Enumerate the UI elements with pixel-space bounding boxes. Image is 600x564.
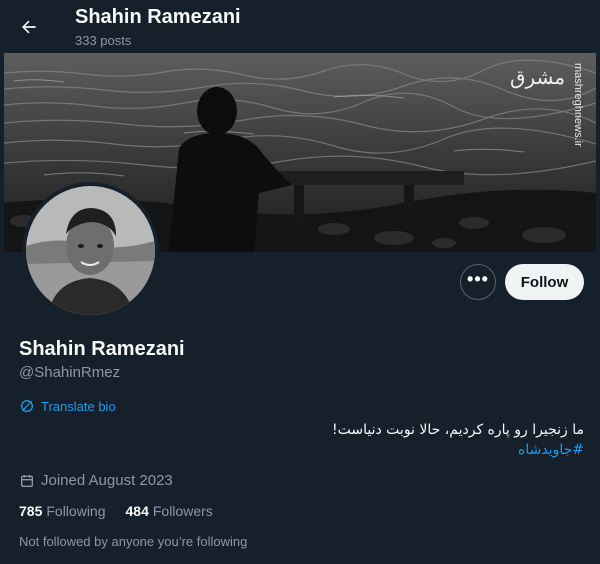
header-name: Shahin Ramezani [75,6,241,28]
more-options-button[interactable]: ••• [460,264,496,300]
globe-icon [21,400,33,412]
watermark-logo: مشرق [510,65,566,89]
follow-stats: 785 Following 484 Followers [19,503,213,519]
bio-text: ما زنجیرا رو پاره کردیم، حالا نوبت دنیاس… [332,422,584,438]
joined-label: Joined August 2023 [41,472,173,489]
not-followed-note: Not followed by anyone you’re following [19,534,248,549]
joined-date: Joined August 2023 [19,472,173,489]
following-link[interactable]: 785 Following [19,503,106,519]
following-label: Following [46,503,106,519]
follow-button[interactable]: Follow [505,264,584,300]
profile-handle: @ShahinRmez [19,364,121,381]
bio: ما زنجیرا رو پاره کردیم، حالا نوبت دنیاس… [332,420,584,460]
arrow-left-icon [22,20,36,34]
back-button[interactable] [12,10,46,44]
followers-label: Followers [152,503,213,519]
top-bar: Shahin Ramezani 333 posts [0,0,600,53]
followers-count: 484 [125,503,149,519]
translate-bio-link[interactable]: Translate bio [19,398,116,414]
calendar-icon [21,474,33,487]
watermark: مشرق mashreghnews.ir [510,63,590,173]
bio-hashtag-link[interactable]: #جاویدشاه [332,440,584,460]
watermark-site: mashreghnews.ir [572,63,584,147]
post-count: 333 posts [75,33,132,48]
avatar[interactable] [22,182,159,319]
followers-link[interactable]: 484 Followers [126,503,213,519]
following-count: 785 [19,503,43,519]
profile-name: Shahin Ramezani [19,338,185,360]
watermark-site-wrapper: mashreghnews.ir [570,63,584,183]
translate-bio-label: Translate bio [41,398,116,414]
more-icon: ••• [467,269,489,289]
